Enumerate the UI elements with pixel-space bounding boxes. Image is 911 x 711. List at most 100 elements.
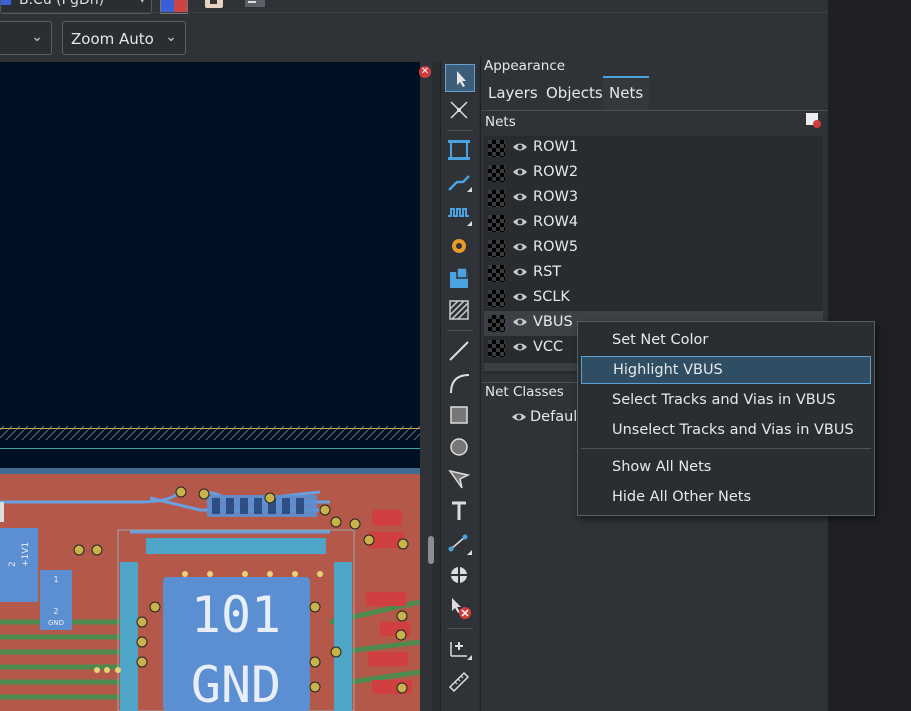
grid-origin-tool-button[interactable] (445, 634, 475, 662)
chevron-down-icon: ▾ (139, 0, 145, 6)
pcb-canvas[interactable]: 101 GND 2 +1V1 1 2 GND (0, 62, 420, 711)
small-label-e: GND (48, 619, 64, 627)
dimension-tool-button[interactable] (445, 529, 475, 557)
zoom-dropdown[interactable]: Zoom Auto ⌄ (62, 21, 186, 55)
layer-color-chip (1, 0, 11, 5)
high-contrast-icon[interactable] (202, 0, 226, 12)
board-drawing: 101 GND 2 +1V1 1 2 GND (0, 426, 420, 711)
canvas-scrollbar-track[interactable] (420, 62, 432, 711)
chevron-down-icon: ⌄ (31, 29, 43, 45)
big-pad-net: GND (191, 656, 281, 711)
tune-length-icon (448, 208, 472, 226)
big-pad-number: 101 (191, 586, 281, 644)
net-row-row2[interactable]: ROW2 (484, 161, 823, 186)
net-color-swatch[interactable] (488, 290, 505, 307)
net-color-swatch[interactable] (488, 215, 505, 232)
small-label-a: 2 (8, 561, 18, 567)
close-icon[interactable]: ✕ (419, 66, 431, 78)
polygon-tool-button[interactable] (445, 465, 475, 493)
net-color-swatch[interactable] (488, 140, 505, 157)
tune-length-tool-button[interactable] (445, 200, 475, 228)
menu-item-highlight-net[interactable]: Highlight VBUS (581, 356, 871, 384)
net-filter-icon[interactable] (805, 112, 821, 128)
menu-separator (581, 448, 871, 449)
net-color-swatch[interactable] (488, 165, 505, 182)
add-via-tool-button[interactable] (445, 232, 475, 260)
measure-tool-button[interactable] (445, 666, 475, 694)
net-label: VBUS (533, 314, 573, 330)
eye-icon (513, 343, 527, 351)
net-label: SCLK (533, 289, 570, 305)
origin-icon (449, 565, 469, 585)
menu-item-unselect-tracks-vias[interactable]: Unselect Tracks and Vias in VBUS (581, 416, 871, 444)
net-row-row1[interactable]: ROW1 (484, 136, 823, 161)
eye-icon (513, 293, 527, 301)
net-row-row4[interactable]: ROW4 (484, 211, 823, 236)
net-color-swatch[interactable] (488, 315, 505, 332)
rule-area-tool-button[interactable] (445, 296, 475, 324)
circle-icon (450, 438, 468, 456)
appearance-title: Appearance (484, 58, 566, 74)
footprint-tool-button[interactable] (445, 136, 475, 164)
net-class-default[interactable]: Default (530, 409, 583, 425)
eye-icon (513, 218, 527, 226)
eye-icon (513, 243, 527, 251)
arc-tool-button[interactable] (445, 369, 475, 397)
net-label: ROW4 (533, 214, 579, 230)
text-icon (452, 501, 466, 520)
ruler-icon (448, 671, 470, 693)
grid-dropdown[interactable]: ⌄ (0, 21, 52, 55)
small-label-b: +1V1 (21, 542, 31, 567)
eye-icon (513, 168, 527, 176)
rectangle-tool-button[interactable] (445, 401, 475, 429)
via-icon (452, 239, 466, 253)
arrow-cursor-icon (457, 71, 466, 87)
tab-objects[interactable]: Objects (540, 76, 609, 110)
net-label: VCC (533, 339, 564, 355)
net-row-row3[interactable]: ROW3 (484, 186, 823, 211)
select-tool-button[interactable] (445, 64, 475, 92)
line-tool-button[interactable] (445, 337, 475, 365)
local-ratsnest-tool-button[interactable] (445, 96, 475, 124)
zone-tool-button[interactable] (445, 264, 475, 292)
net-context-menu: Set Net Color Highlight VBUS Select Trac… (577, 321, 875, 516)
menu-item-hide-all-other-nets[interactable]: Hide All Other Nets (581, 483, 871, 511)
line-icon (449, 341, 469, 361)
small-label-d: 2 (53, 607, 58, 616)
net-row-sclk[interactable]: SCLK (484, 286, 823, 311)
tab-layers[interactable]: Layers (482, 76, 544, 110)
text-tool-button[interactable] (445, 497, 475, 525)
route-track-tool-button[interactable] (445, 168, 475, 196)
menu-item-set-net-color[interactable]: Set Net Color (581, 326, 871, 354)
net-color-swatch[interactable] (488, 240, 505, 257)
net-label: ROW3 (533, 189, 579, 205)
net-row-rst[interactable]: RST (484, 261, 823, 286)
eye-icon (513, 143, 527, 151)
route-track-icon (448, 175, 472, 192)
circle-tool-button[interactable] (445, 433, 475, 461)
delete-tool-button[interactable] (445, 593, 475, 621)
menu-item-show-all-nets[interactable]: Show All Nets (581, 453, 871, 481)
net-color-swatch[interactable] (488, 190, 505, 207)
chevron-down-icon: ⌄ (165, 29, 177, 45)
origin-tool-button[interactable] (445, 561, 475, 589)
scripting-console-icon[interactable] (244, 0, 266, 10)
delete-cursor-icon (452, 598, 471, 619)
arc-icon (450, 374, 470, 394)
zoom-dropdown-value: Zoom Auto (71, 30, 154, 48)
nets-header: Nets (485, 114, 516, 130)
dimension-icon (448, 534, 472, 555)
footprint-icon (448, 140, 470, 160)
net-color-swatch[interactable] (488, 340, 505, 357)
net-color-swatch[interactable] (488, 265, 505, 282)
canvas-scrollbar-thumb[interactable] (428, 536, 434, 564)
eye-icon[interactable] (511, 410, 527, 424)
net-classes-header: Net Classes (485, 384, 564, 400)
net-row-row5[interactable]: ROW5 (484, 236, 823, 261)
tab-nets[interactable]: Nets (603, 76, 650, 110)
net-label: ROW5 (533, 239, 579, 255)
eye-icon (513, 318, 527, 326)
ratsnest-icon (450, 101, 468, 119)
menu-item-select-tracks-vias[interactable]: Select Tracks and Vias in VBUS (581, 386, 871, 414)
eye-icon (513, 193, 527, 201)
